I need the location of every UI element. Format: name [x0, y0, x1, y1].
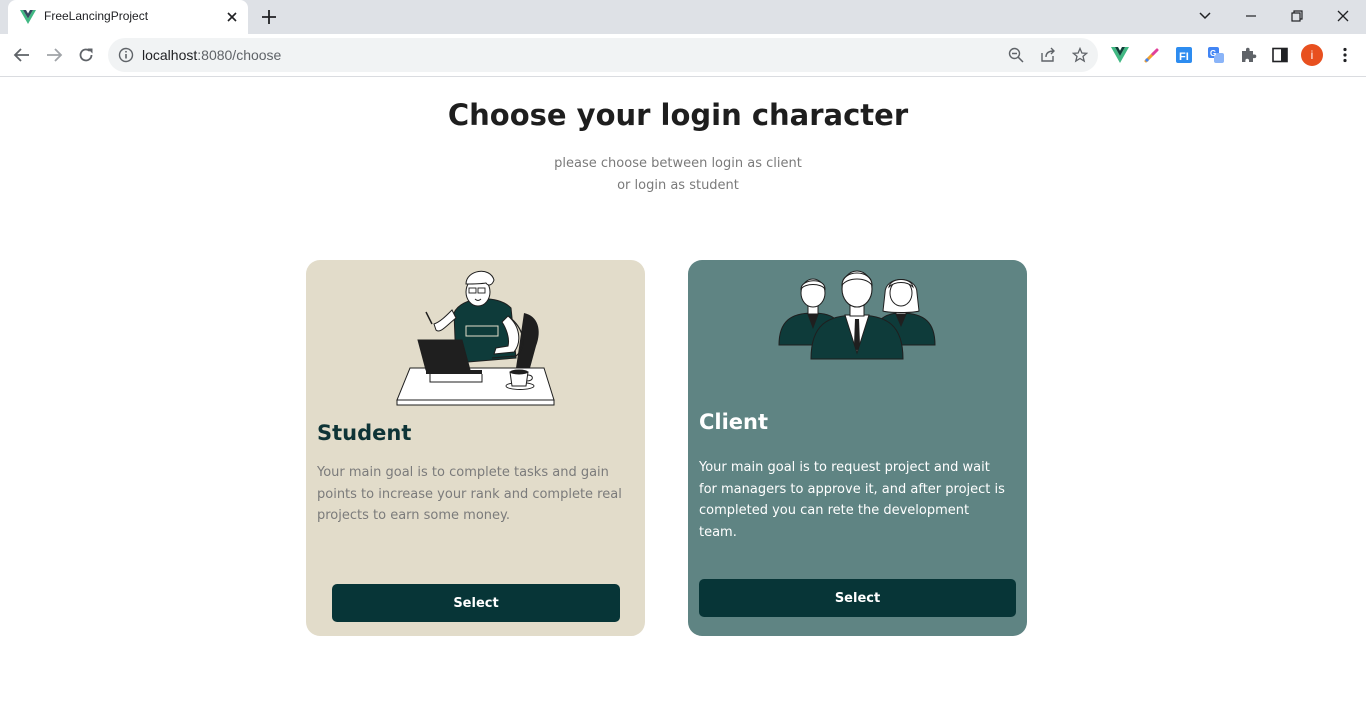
star-icon[interactable] — [1072, 47, 1088, 63]
close-icon[interactable] — [224, 9, 240, 25]
browser-tab[interactable]: FreeLancingProject — [8, 0, 248, 34]
client-description: Your main goal is to request project and… — [699, 460, 1005, 540]
svg-text:FI: FI — [1179, 51, 1189, 63]
chevron-down-icon[interactable] — [1195, 6, 1215, 26]
info-icon[interactable] — [118, 47, 134, 63]
more-vert-icon[interactable] — [1336, 46, 1354, 64]
subtitle-line-2: or login as student — [617, 178, 739, 193]
restore-icon[interactable] — [1287, 6, 1307, 26]
student-description: Your main goal is to complete tasks and … — [317, 465, 622, 523]
url-path: :8080/choose — [197, 47, 282, 63]
extensions-puzzle-icon[interactable] — [1239, 46, 1257, 64]
student-card[interactable]: Student Your main goal is to complete ta… — [306, 260, 645, 636]
tab-strip: FreeLancingProject — [0, 0, 1366, 34]
profile-avatar[interactable]: i — [1301, 44, 1323, 66]
page-subtitle: please choose between login as client or… — [0, 153, 1356, 197]
page-title: Choose your login character — [447, 98, 909, 132]
subtitle-line-1: please choose between login as client — [554, 156, 802, 171]
student-laptop-illustration — [396, 270, 555, 406]
close-window-icon[interactable] — [1333, 6, 1353, 26]
reload-icon[interactable] — [76, 45, 96, 65]
share-icon[interactable] — [1040, 47, 1056, 63]
google-translate-icon[interactable]: G — [1207, 46, 1225, 64]
zoom-out-icon[interactable] — [1008, 47, 1024, 63]
plus-icon[interactable] — [260, 8, 278, 26]
extension-f-icon[interactable]: FI — [1175, 46, 1193, 64]
url-host: localhost — [142, 47, 198, 63]
vue-devtools-icon[interactable] — [1111, 46, 1129, 64]
minimize-icon[interactable] — [1241, 6, 1261, 26]
vue-favicon-icon — [20, 10, 36, 24]
student-select-button[interactable]: Select — [332, 584, 620, 622]
tab-title: FreeLancingProject — [44, 9, 149, 23]
back-arrow-icon[interactable] — [12, 45, 32, 65]
client-heading: Client — [699, 410, 769, 434]
browser-toolbar: localhost:8080/choose FI G i — [0, 34, 1366, 77]
url-text: localhost:8080/choose — [142, 47, 281, 63]
client-team-illustration — [778, 270, 936, 360]
student-heading: Student — [317, 421, 412, 445]
side-panel-icon[interactable] — [1271, 46, 1289, 64]
color-picker-icon[interactable] — [1143, 46, 1161, 64]
address-bar[interactable]: localhost:8080/choose — [108, 38, 1098, 72]
client-select-button[interactable]: Select — [699, 579, 1016, 617]
client-card[interactable]: Client Your main goal is to request proj… — [688, 260, 1027, 636]
forward-arrow-icon[interactable] — [44, 45, 64, 65]
svg-text:G: G — [1210, 49, 1216, 58]
